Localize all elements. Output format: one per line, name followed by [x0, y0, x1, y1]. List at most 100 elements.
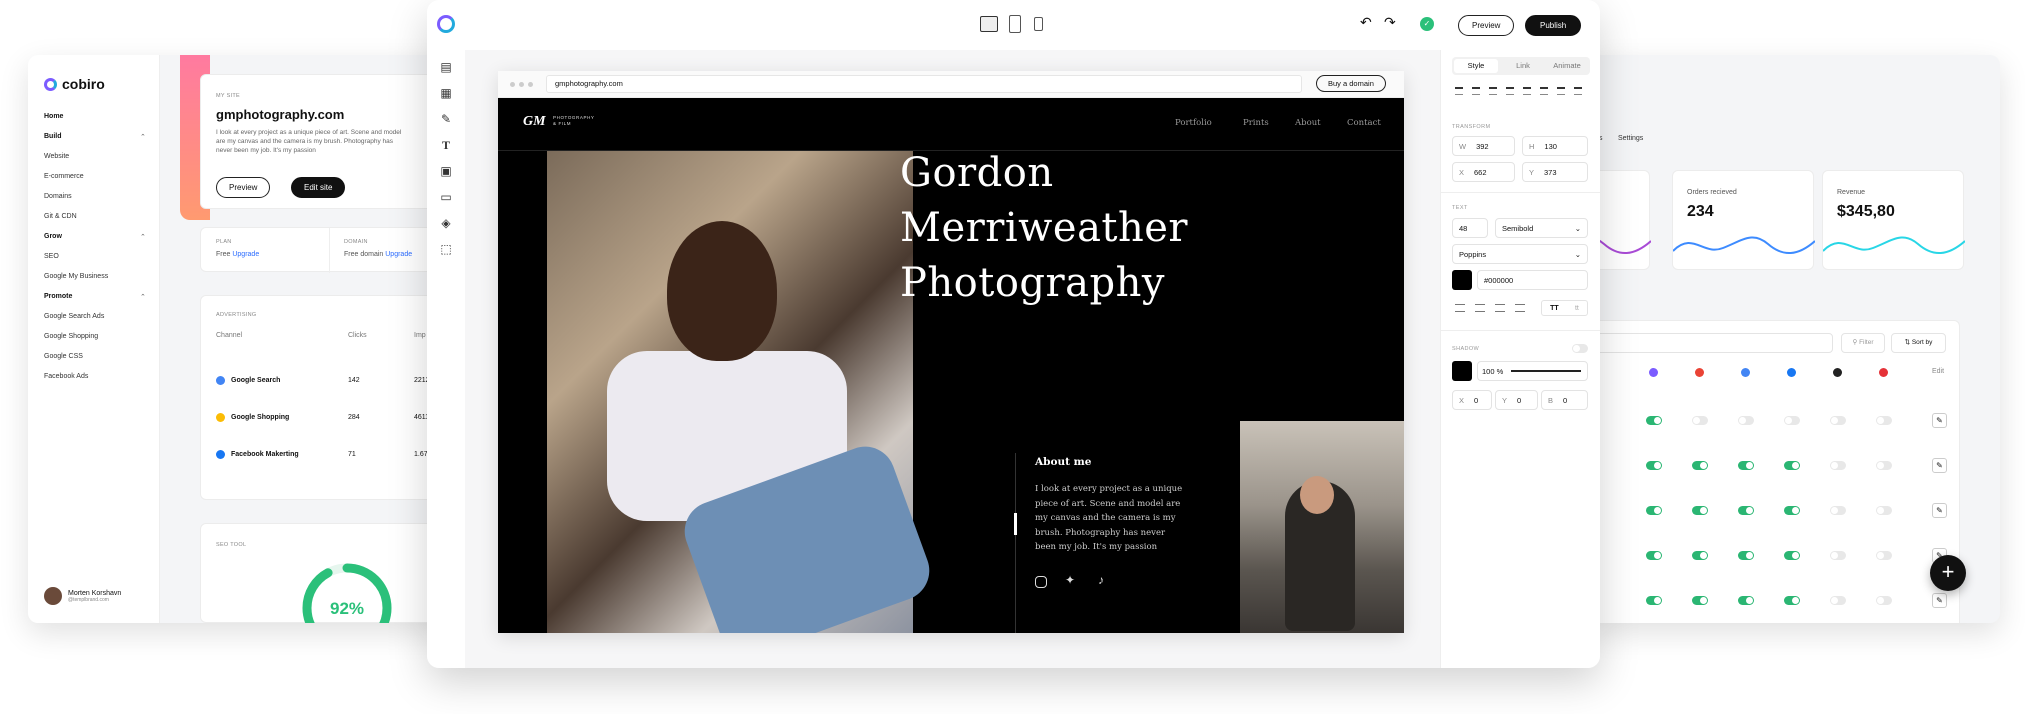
- edit-row-button[interactable]: ✎: [1932, 458, 1947, 473]
- channel-toggle[interactable]: [1784, 596, 1800, 605]
- font-weight-select[interactable]: Semibold: [1502, 224, 1533, 233]
- chevron-up-icon[interactable]: ⌃: [140, 233, 146, 241]
- align-icon[interactable]: [1489, 87, 1497, 95]
- text-tool-icon[interactable]: T: [439, 138, 453, 152]
- channel-toggle[interactable]: [1692, 596, 1708, 605]
- buy-domain-button[interactable]: Buy a domain: [1316, 75, 1386, 92]
- publish-button[interactable]: Publish: [1525, 15, 1582, 36]
- channel-toggle[interactable]: [1876, 461, 1892, 470]
- y-field[interactable]: 373: [1544, 168, 1557, 177]
- site-hero-title[interactable]: Gordon Merriweather Photography: [900, 146, 1188, 311]
- align-icon[interactable]: [1574, 87, 1582, 95]
- preview-button[interactable]: Preview: [1458, 15, 1515, 36]
- text-align-icon[interactable]: [1515, 304, 1525, 312]
- sidebar-item[interactable]: Google CSS: [44, 353, 83, 360]
- channel-toggle[interactable]: [1876, 596, 1892, 605]
- channel-toggle[interactable]: [1784, 506, 1800, 515]
- instagram-icon[interactable]: [1035, 576, 1047, 588]
- channel-toggle[interactable]: [1830, 596, 1846, 605]
- edit-site-button[interactable]: Edit site: [291, 177, 346, 198]
- channel-toggle[interactable]: [1646, 506, 1662, 515]
- edit-row-button[interactable]: ✎: [1932, 413, 1947, 428]
- about-heading[interactable]: About me: [1035, 456, 1091, 468]
- font-size-field[interactable]: 48: [1452, 218, 1488, 238]
- align-icon[interactable]: [1523, 87, 1531, 95]
- sidebar-item[interactable]: Home: [44, 113, 63, 120]
- tab-style[interactable]: Style: [1454, 59, 1498, 73]
- shadow-blur-field[interactable]: 0: [1563, 396, 1567, 405]
- sidebar-item[interactable]: Google Search Ads: [44, 313, 104, 320]
- sidebar-item[interactable]: Grow: [44, 233, 62, 240]
- sidebar-item[interactable]: E-commerce: [44, 173, 84, 180]
- channel-toggle[interactable]: [1830, 416, 1846, 425]
- tab-animate[interactable]: Animate: [1545, 59, 1589, 73]
- photo-photographer[interactable]: [1240, 421, 1404, 633]
- shadow-x-field[interactable]: 0: [1474, 396, 1478, 405]
- channel-toggle[interactable]: [1692, 551, 1708, 560]
- shadow-opacity-value[interactable]: 100 %: [1482, 367, 1503, 376]
- width-field[interactable]: 392: [1476, 142, 1489, 151]
- edit-row-button[interactable]: ✎: [1932, 503, 1947, 518]
- layout-icon[interactable]: ▦: [439, 86, 453, 100]
- sidebar-item[interactable]: Google Shopping: [44, 333, 98, 340]
- sidebar-item[interactable]: Website: [44, 153, 69, 160]
- shadow-opacity-slider[interactable]: [1511, 370, 1582, 372]
- text-align-icon[interactable]: [1495, 304, 1505, 312]
- brush-icon[interactable]: ✎: [439, 112, 453, 126]
- user-profile[interactable]: Morten Korshavn @templbrand.com: [44, 587, 121, 605]
- align-icon[interactable]: [1472, 87, 1480, 95]
- shadow-toggle[interactable]: [1572, 344, 1588, 353]
- channel-toggle[interactable]: [1646, 551, 1662, 560]
- channel-toggle[interactable]: [1784, 416, 1800, 425]
- sidebar-item[interactable]: Domains: [44, 193, 72, 200]
- align-icon[interactable]: [1506, 87, 1514, 95]
- sidebar-item[interactable]: Build: [44, 133, 62, 140]
- channel-toggle[interactable]: [1738, 416, 1754, 425]
- height-field[interactable]: 130: [1544, 142, 1557, 151]
- shapes-tool-icon[interactable]: ◈: [439, 216, 453, 230]
- x-field[interactable]: 662: [1474, 168, 1487, 177]
- channel-toggle[interactable]: [1876, 416, 1892, 425]
- channel-toggle[interactable]: [1646, 596, 1662, 605]
- filter-button[interactable]: ⚲ Filter: [1841, 333, 1885, 353]
- site-nav-link[interactable]: Portfolio: [1175, 118, 1212, 128]
- add-fab-button[interactable]: +: [1930, 555, 1966, 591]
- desktop-view-icon[interactable]: [980, 16, 998, 32]
- text-color-field[interactable]: #000000: [1477, 270, 1588, 290]
- site-nav-link[interactable]: Contact: [1347, 118, 1381, 128]
- channel-toggle[interactable]: [1646, 416, 1662, 425]
- preview-site-button[interactable]: Preview: [216, 177, 271, 198]
- channel-toggle[interactable]: [1738, 596, 1754, 605]
- sidebar-item[interactable]: SEO: [44, 253, 59, 260]
- site-nav-link[interactable]: Prints: [1243, 118, 1269, 128]
- channel-toggle[interactable]: [1692, 461, 1708, 470]
- shadow-y-field[interactable]: 0: [1517, 396, 1521, 405]
- channel-toggle[interactable]: [1738, 461, 1754, 470]
- channel-toggle[interactable]: [1876, 551, 1892, 560]
- channel-toggle[interactable]: [1784, 551, 1800, 560]
- about-text[interactable]: I look at every project as a unique piec…: [1035, 482, 1187, 555]
- chevron-up-icon[interactable]: ⌃: [140, 293, 146, 301]
- channel-toggle[interactable]: [1830, 461, 1846, 470]
- channel-toggle[interactable]: [1738, 506, 1754, 515]
- mobile-view-icon[interactable]: [1034, 17, 1043, 31]
- pages-icon[interactable]: ▤: [439, 60, 453, 74]
- channel-toggle[interactable]: [1830, 551, 1846, 560]
- align-icon[interactable]: [1540, 87, 1548, 95]
- lowercase-option[interactable]: tt: [1575, 305, 1579, 312]
- tiktok-icon[interactable]: ♪: [1098, 573, 1104, 587]
- sidebar-item[interactable]: Promote: [44, 293, 72, 300]
- channel-toggle[interactable]: [1692, 416, 1708, 425]
- sidebar-item[interactable]: Git & CDN: [44, 213, 77, 220]
- sort-button[interactable]: ⇅ Sort by: [1891, 333, 1946, 353]
- site-nav-link[interactable]: About: [1295, 118, 1321, 128]
- domain-upgrade-link[interactable]: Upgrade: [385, 251, 412, 258]
- channel-toggle[interactable]: [1692, 506, 1708, 515]
- tablet-view-icon[interactable]: [1009, 15, 1021, 33]
- site-logo[interactable]: GM: [523, 114, 546, 130]
- button-tool-icon[interactable]: ▭: [439, 190, 453, 204]
- edit-row-button[interactable]: ✎: [1932, 593, 1947, 608]
- hero-photo-woman[interactable]: [547, 151, 938, 633]
- section-tool-icon[interactable]: ⬚: [439, 242, 453, 256]
- text-case-toggle[interactable]: TT tt: [1541, 300, 1588, 316]
